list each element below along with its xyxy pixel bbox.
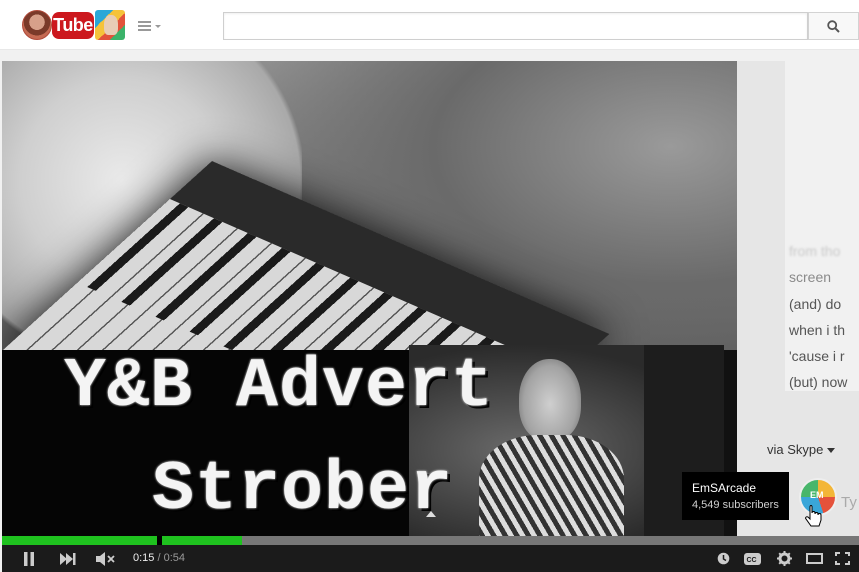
player-controls: 0:15 / 0:54 CC xyxy=(2,545,859,572)
settings-icon xyxy=(776,551,792,566)
progress-marker xyxy=(157,536,162,545)
fullscreen-icon xyxy=(834,552,850,565)
channel-card[interactable]: EmSArcade 4,549 subscribers xyxy=(682,472,789,520)
theater-mode-button[interactable] xyxy=(802,545,826,572)
channel-logo-avatar[interactable] xyxy=(22,10,52,40)
video-player[interactable]: from tho screen (and) do when i th 'cause i … xyxy=(2,61,859,572)
chat-line: from tho xyxy=(789,243,841,259)
mute-button[interactable] xyxy=(92,545,120,572)
video-title-line-1: Y&B Advert xyxy=(64,348,495,427)
fullscreen-button[interactable] xyxy=(830,545,854,572)
theater-mode-icon xyxy=(805,553,823,564)
watch-later-icon xyxy=(717,552,729,565)
video-title-line-2: Strober xyxy=(152,451,454,530)
hand-cursor-icon xyxy=(805,505,822,527)
channel-card-subscribers: 4,549 subscribers xyxy=(692,499,779,511)
time-display: 0:15 / 0:54 xyxy=(133,545,185,572)
chat-line: 'cause i r xyxy=(789,348,845,364)
duration: 0:54 xyxy=(163,552,186,564)
search-button[interactable] xyxy=(808,12,859,40)
mute-icon xyxy=(96,551,115,566)
time-separator: / xyxy=(154,552,164,564)
logo-art-icon[interactable] xyxy=(95,10,125,40)
webcam-person-body xyxy=(479,435,624,536)
caret-down-icon xyxy=(827,448,836,454)
caret-down-icon xyxy=(155,25,161,28)
hamburger-icon xyxy=(138,21,151,31)
chat-line: screen xyxy=(789,269,832,285)
youtube-logo[interactable]: Tube xyxy=(52,12,94,39)
pause-icon xyxy=(24,551,34,566)
watch-later-button[interactable] xyxy=(712,545,734,572)
next-button[interactable] xyxy=(55,545,81,572)
chat-area xyxy=(785,61,859,391)
settings-button[interactable] xyxy=(772,545,796,572)
search-icon xyxy=(827,20,840,33)
chat-line: (but) now xyxy=(789,374,848,390)
channel-card-name: EmSArcade xyxy=(692,481,757,495)
chat-line: when i th xyxy=(789,322,846,338)
captions-icon: CC xyxy=(743,552,761,565)
pause-button[interactable] xyxy=(16,545,42,572)
captions-button[interactable]: CC xyxy=(740,545,764,572)
search-input[interactable] xyxy=(223,12,808,40)
progress-played xyxy=(2,536,242,545)
svg-text:CC: CC xyxy=(746,557,756,564)
progress-bar[interactable] xyxy=(2,536,859,545)
next-icon xyxy=(60,552,76,565)
partial-chat-text: Ty xyxy=(841,494,857,511)
masthead: Tube xyxy=(0,0,859,50)
video-frame[interactable]: from tho screen (and) do when i th 'cause i … xyxy=(2,61,859,536)
via-skype-label: via Skype xyxy=(767,442,836,457)
webcam-person-head xyxy=(519,359,581,441)
video-skype-panel: from tho screen (and) do when i th 'cause i … xyxy=(737,61,859,536)
expand-up-icon[interactable] xyxy=(426,511,436,517)
guide-menu-button[interactable] xyxy=(138,17,166,35)
chat-line: (and) do xyxy=(789,296,842,312)
current-time: 0:15 xyxy=(133,552,155,564)
